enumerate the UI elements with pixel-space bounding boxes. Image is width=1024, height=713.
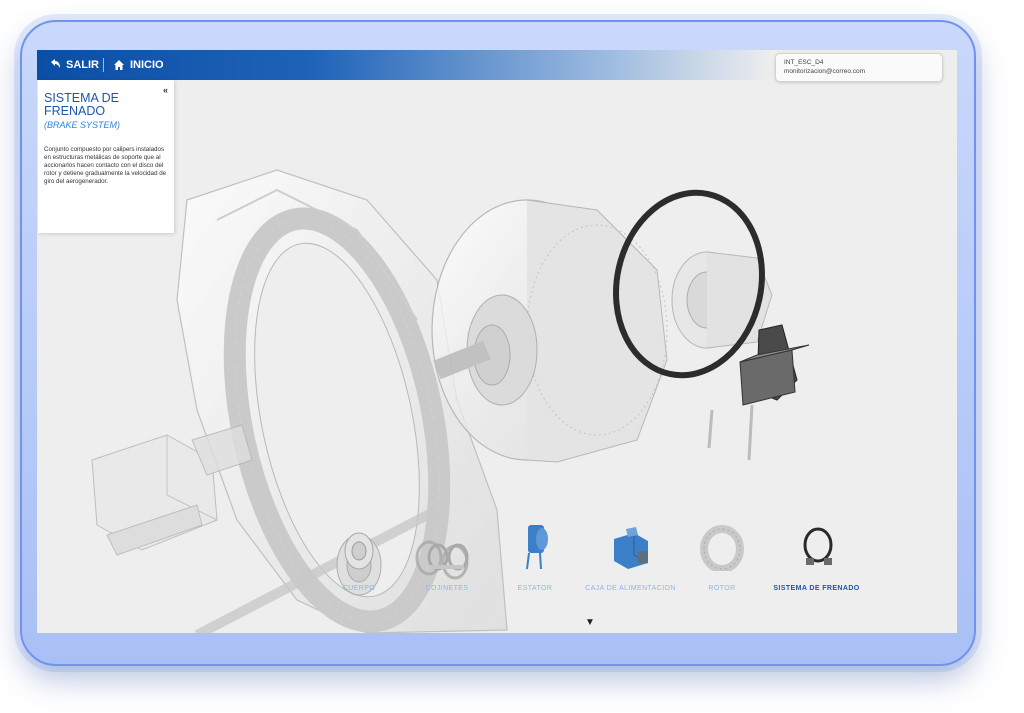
exit-button-label: SALIR [66,59,99,71]
stator-icon [520,525,550,571]
user-email: monitorizacion@correo.com [784,68,866,75]
app-screen: SALIR INICIO INT_ESC_D4 monitorizacion@c… [37,50,957,633]
rotor-icon [699,525,745,571]
component-info-panel: « SISTEMA DE FRENADO (BRAKE SYSTEM) Conj… [38,80,174,233]
component-label: SISTEMA DE FRENADO [773,585,860,592]
nav-divider [103,58,104,72]
component-label: ESTATOR [517,585,553,592]
component-label: CUERPO [342,585,376,592]
body-icon [339,525,379,571]
brake-icon [794,525,840,571]
component-stator[interactable]: ESTATOR [505,525,565,592]
component-brake-system[interactable]: SISTEMA DE FRENADO [769,525,864,592]
component-rotor[interactable]: ROTOR [697,525,747,592]
panel-subtitle: (BRAKE SYSTEM) [44,120,121,130]
feed-box-icon [608,525,654,571]
exit-button[interactable]: SALIR [49,57,99,73]
bearings-icon [422,525,472,571]
home-button[interactable]: INICIO [113,57,164,73]
component-label: COJINETES [425,585,469,592]
user-id: INT_ESC_D4 [784,59,824,66]
panel-title: SISTEMA DE FRENADO [44,91,120,118]
component-bearings[interactable]: COJINETES [412,525,482,592]
component-label: CAJA DE ALIMENTACION [585,585,676,592]
component-body[interactable]: CUERPO [329,525,389,592]
home-icon [114,60,124,70]
component-label: ROTOR [708,585,736,592]
home-button-label: INICIO [130,59,164,71]
component-feed-box[interactable]: CAJA DE ALIMENTACION [583,525,678,592]
user-info-card[interactable]: INT_ESC_D4 monitorizacion@correo.com [775,53,943,82]
chevron-down-icon[interactable]: ▼ [585,617,595,628]
collapse-panel-icon[interactable]: « [163,85,168,95]
back-arrow-icon [51,59,60,68]
panel-description: Conjunto compuesto por calipers instalad… [44,146,167,185]
